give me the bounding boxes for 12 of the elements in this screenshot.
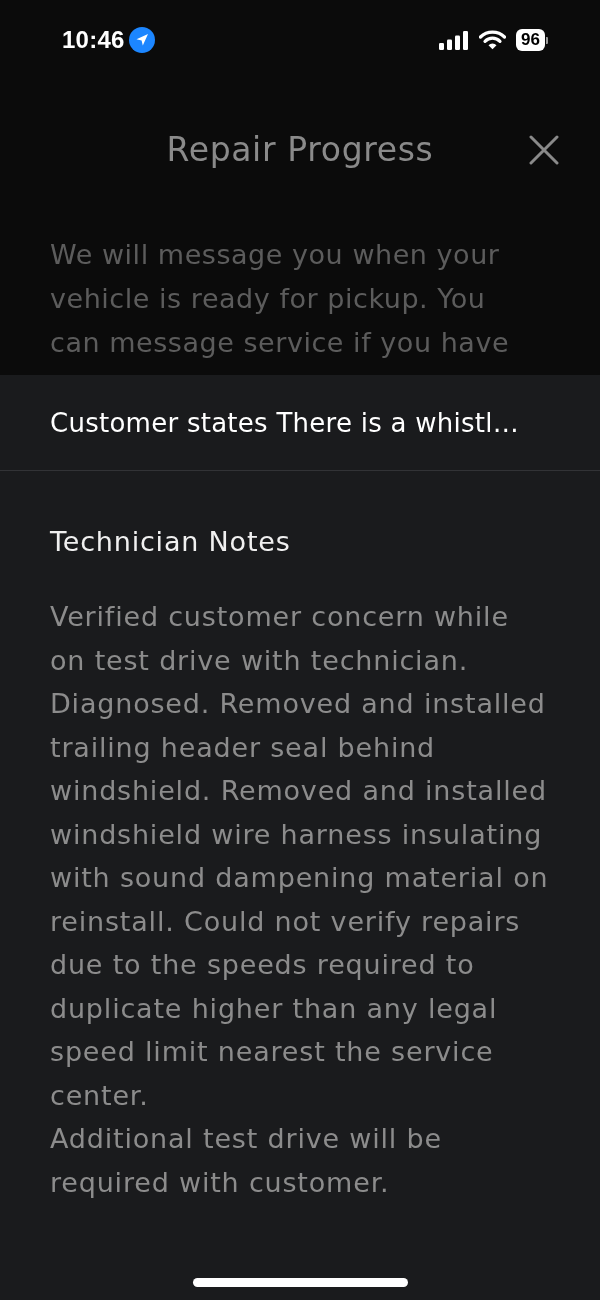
concern-summary: Customer states There is a whistl… <box>50 406 519 440</box>
wifi-icon <box>479 30 507 50</box>
close-icon <box>529 135 559 165</box>
close-button[interactable] <box>528 134 560 166</box>
page-title: Repair Progress <box>166 130 434 170</box>
battery-level-text: 96 <box>516 29 545 51</box>
technician-notes-text: Verified customer concern while on test drive with technician. Diagnosed. Removed and installed trailing header seal behind windshield. Removed and installed windshield wire harness insulating with sound dampening material on reinstall. Could not verify repairs due to the speeds required to duplicate higher than any legal speed limit nearest the service center. <box>50 600 550 1113</box>
status-time: 10:46 <box>62 26 125 54</box>
section-heading: Technician Notes <box>50 526 291 558</box>
signal-bars-icon <box>439 30 470 50</box>
technician-notes-text: Additional test drive will be required with customer. <box>50 1122 443 1200</box>
pickup-message: We will message you when your vehicle is ready for pickup. You can message service if you have <box>50 238 511 360</box>
